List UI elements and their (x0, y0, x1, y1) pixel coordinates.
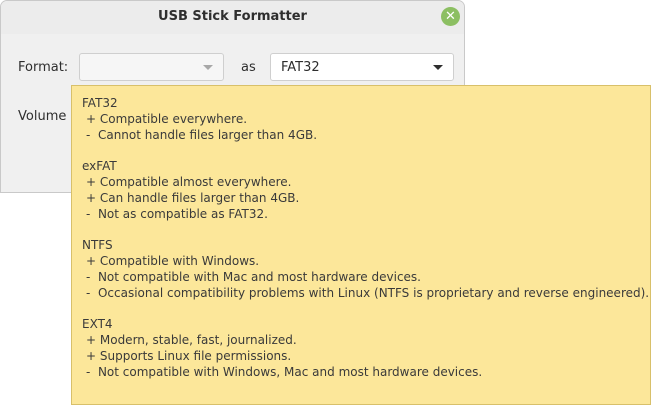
format-label: Format: (18, 60, 69, 75)
fs-line: - Not compatible with Mac and most hardw… (86, 270, 421, 284)
filesystem-combo[interactable]: FAT32 (270, 53, 454, 81)
fs-name: NTFS (82, 238, 113, 252)
fs-line: + Modern, stable, fast, journalized. (86, 333, 297, 347)
fs-line: + Can handle files larger than 4GB. (86, 191, 300, 205)
fs-line: - Not compatible with Windows, Mac and m… (86, 365, 483, 379)
fs-line: + Compatible almost everywhere. (86, 175, 292, 189)
fs-name: exFAT (82, 159, 117, 173)
close-button[interactable]: ✕ (441, 7, 460, 26)
fs-block-ext4: EXT4 + Modern, stable, fast, journalized… (82, 316, 650, 380)
device-combo[interactable] (79, 53, 224, 81)
chevron-down-icon (433, 65, 443, 70)
fs-name: EXT4 (82, 317, 113, 331)
fs-line: + Supports Linux file permissions. (86, 349, 292, 363)
fs-line: - Not as compatible as FAT32. (86, 207, 268, 221)
window-title: USB Stick Formatter (158, 9, 307, 24)
fs-line: - Cannot handle files larger than 4GB. (86, 128, 318, 142)
fs-block-exfat: exFAT + Compatible almost everywhere. + … (82, 158, 650, 222)
volume-label-label: Volume l (18, 109, 75, 124)
fs-block-fat32: FAT32 + Compatible everywhere. - Cannot … (82, 95, 650, 143)
filesystem-combo-value: FAT32 (281, 60, 320, 75)
fs-name: FAT32 (82, 96, 118, 110)
as-label: as (241, 60, 256, 75)
fs-block-ntfs: NTFS + Compatible with Windows. - Not co… (82, 237, 650, 301)
fs-line: + Compatible everywhere. (86, 112, 248, 126)
filesystem-tooltip: FAT32 + Compatible everywhere. - Cannot … (71, 85, 651, 405)
fs-line: - Occasional compatibility problems with… (86, 286, 650, 300)
fs-line: + Compatible with Windows. (86, 254, 260, 268)
chevron-down-icon (203, 65, 213, 70)
title-bar[interactable]: USB Stick Formatter ✕ (1, 1, 464, 34)
close-icon: ✕ (445, 9, 456, 24)
